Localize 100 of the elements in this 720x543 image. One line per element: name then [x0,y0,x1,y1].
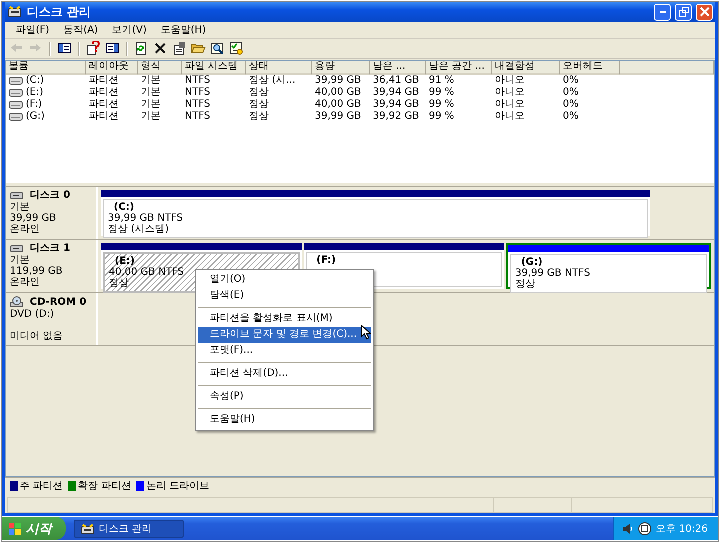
menu-item[interactable]: 파티션 삭제(D)... [198,366,372,382]
table-cell-text: 0% [562,111,580,123]
panel-icon [105,41,120,56]
table-cell-text: 0% [562,99,580,111]
table-cell: (G:) [26,111,45,123]
table-cell-text: 99 % [428,87,456,99]
table-cell-text: 파티션 [88,75,120,87]
column-header[interactable]: 남은 공간 ... [426,61,492,75]
column-header[interactable]: 레이아웃 [86,61,138,75]
minimize-icon [660,11,666,13]
panel-icon [57,41,72,56]
table-cell-text: NTFS [184,87,212,99]
drive-icon [9,101,23,109]
menu-item[interactable]: 드라이브 문자 및 경로 변경(C)... [198,327,372,343]
table-cell-text: 정상 [248,111,270,123]
help-icon [86,41,101,56]
table-cell-text: 기본 [140,87,162,99]
menu-item[interactable]: 도움말(H) [198,412,372,428]
table-cell-text: 39,94 GB [372,87,420,99]
column-header[interactable]: 용량 [312,61,370,75]
delete-icon [153,41,168,56]
table-cell-text: 39,92 GB [372,111,420,123]
help-button[interactable] [85,40,102,57]
keyboard-language-icon[interactable] [638,522,652,536]
restore-icon [678,7,688,17]
drive-icon [9,77,23,85]
refresh-icon [134,41,149,56]
table-cell-text: 정상 [248,99,270,111]
disk-type: 기본 [10,255,30,266]
magnifier-icon [210,41,225,56]
table-cell-text: 기본 [140,75,162,87]
partition-size: 39,99 GB NTFS [108,213,184,224]
column-header[interactable]: 남은 ... [370,61,426,75]
disk-name: 디스크 0 [30,190,70,201]
partition-label: (C:) [113,202,134,213]
menu-item[interactable]: 동작(A) [56,23,106,37]
table-cell-text: 39,99 GB [314,75,362,87]
checklist-icon [229,41,244,56]
table-cell-text: 정상 (시... [248,75,297,87]
menu-item[interactable]: 속성(P) [198,389,372,405]
table-cell-text: 36,41 GB [372,75,420,87]
table-cell-text: 기본 [140,99,162,111]
disk-type: 기본 [10,202,30,213]
disk-size: 39,99 GB [10,213,56,224]
column-header[interactable]: 형식 [138,61,182,75]
taskbar-button[interactable]: 디스크 관리 [74,520,184,538]
partition-label: (E:) [114,256,135,267]
disk-name: 디스크 1 [30,243,70,254]
column-header[interactable]: 오버헤드 [560,61,620,75]
close-icon [700,7,710,17]
menu-item[interactable]: 포맷(F)... [198,343,372,359]
disk-status: 미디어 없음 [10,331,64,342]
disk-status: 온라인 [10,224,40,235]
table-cell-text: 0% [562,75,580,87]
table-cell-text: 기본 [140,111,162,123]
column-header[interactable]: 상태 [246,61,312,75]
speaker-icon[interactable] [622,522,634,534]
close-button[interactable] [696,4,713,20]
table-cell-text: NTFS [184,75,212,87]
table-cell-text: 39,94 GB [372,99,420,111]
magnifier-button[interactable] [209,40,226,57]
table-cell: (E:) [26,87,44,99]
menu-item[interactable]: 탐색(E) [198,288,372,304]
windows-logo-icon [8,522,22,536]
disk-management-icon [81,522,95,534]
legend-label: 주 파티션 [20,480,64,493]
column-header[interactable]: 파일 시스템 [182,61,246,75]
checklist-button[interactable] [228,40,245,57]
menu-item[interactable]: 파티션을 활성화로 표시(M) [198,311,372,327]
menu-item[interactable]: 파일(F) [9,23,57,37]
column-header[interactable]: 볼륨 [6,61,86,75]
properties-icon [172,41,187,56]
table-cell-text: 99 % [428,111,456,123]
column-header[interactable]: 내결함성 [492,61,560,75]
partition-label: (G:) [520,257,543,268]
table-cell-text: 40,00 GB [314,87,362,99]
window-title: 디스크 관리 [27,4,92,20]
minimize-button[interactable] [654,4,671,20]
disk-management-icon [7,4,23,20]
table-cell-text: 91 % [428,75,456,87]
table-cell-text: 정상 [248,87,270,99]
partition-status: 정상 [515,279,536,290]
drive-icon [9,113,23,121]
menu-item[interactable]: 보기(V) [105,23,154,37]
table-cell: (C:) [26,75,44,87]
mouse-pointer-icon [361,325,372,340]
table-cell-text: 40,00 GB [314,99,362,111]
partition-label: (F:) [316,255,336,266]
partition-block[interactable]: (C:) 39,99 GB NTFS 정상 (시스템) [101,190,650,236]
restore-button[interactable] [675,4,692,20]
disk-type: DVD (D:) [10,309,54,320]
table-cell: (F:) [26,99,42,111]
disk-name: CD-ROM 0 [30,296,87,308]
table-cell-text: 파티션 [88,111,120,123]
properties-button[interactable] [171,40,188,57]
menu-item[interactable]: 도움말(H) [154,23,214,37]
drive-icon [9,89,23,97]
table-cell-text: 39,99 GB [314,111,362,123]
table-cell-text: 0% [562,87,580,99]
disk-status: 온라인 [10,277,40,288]
